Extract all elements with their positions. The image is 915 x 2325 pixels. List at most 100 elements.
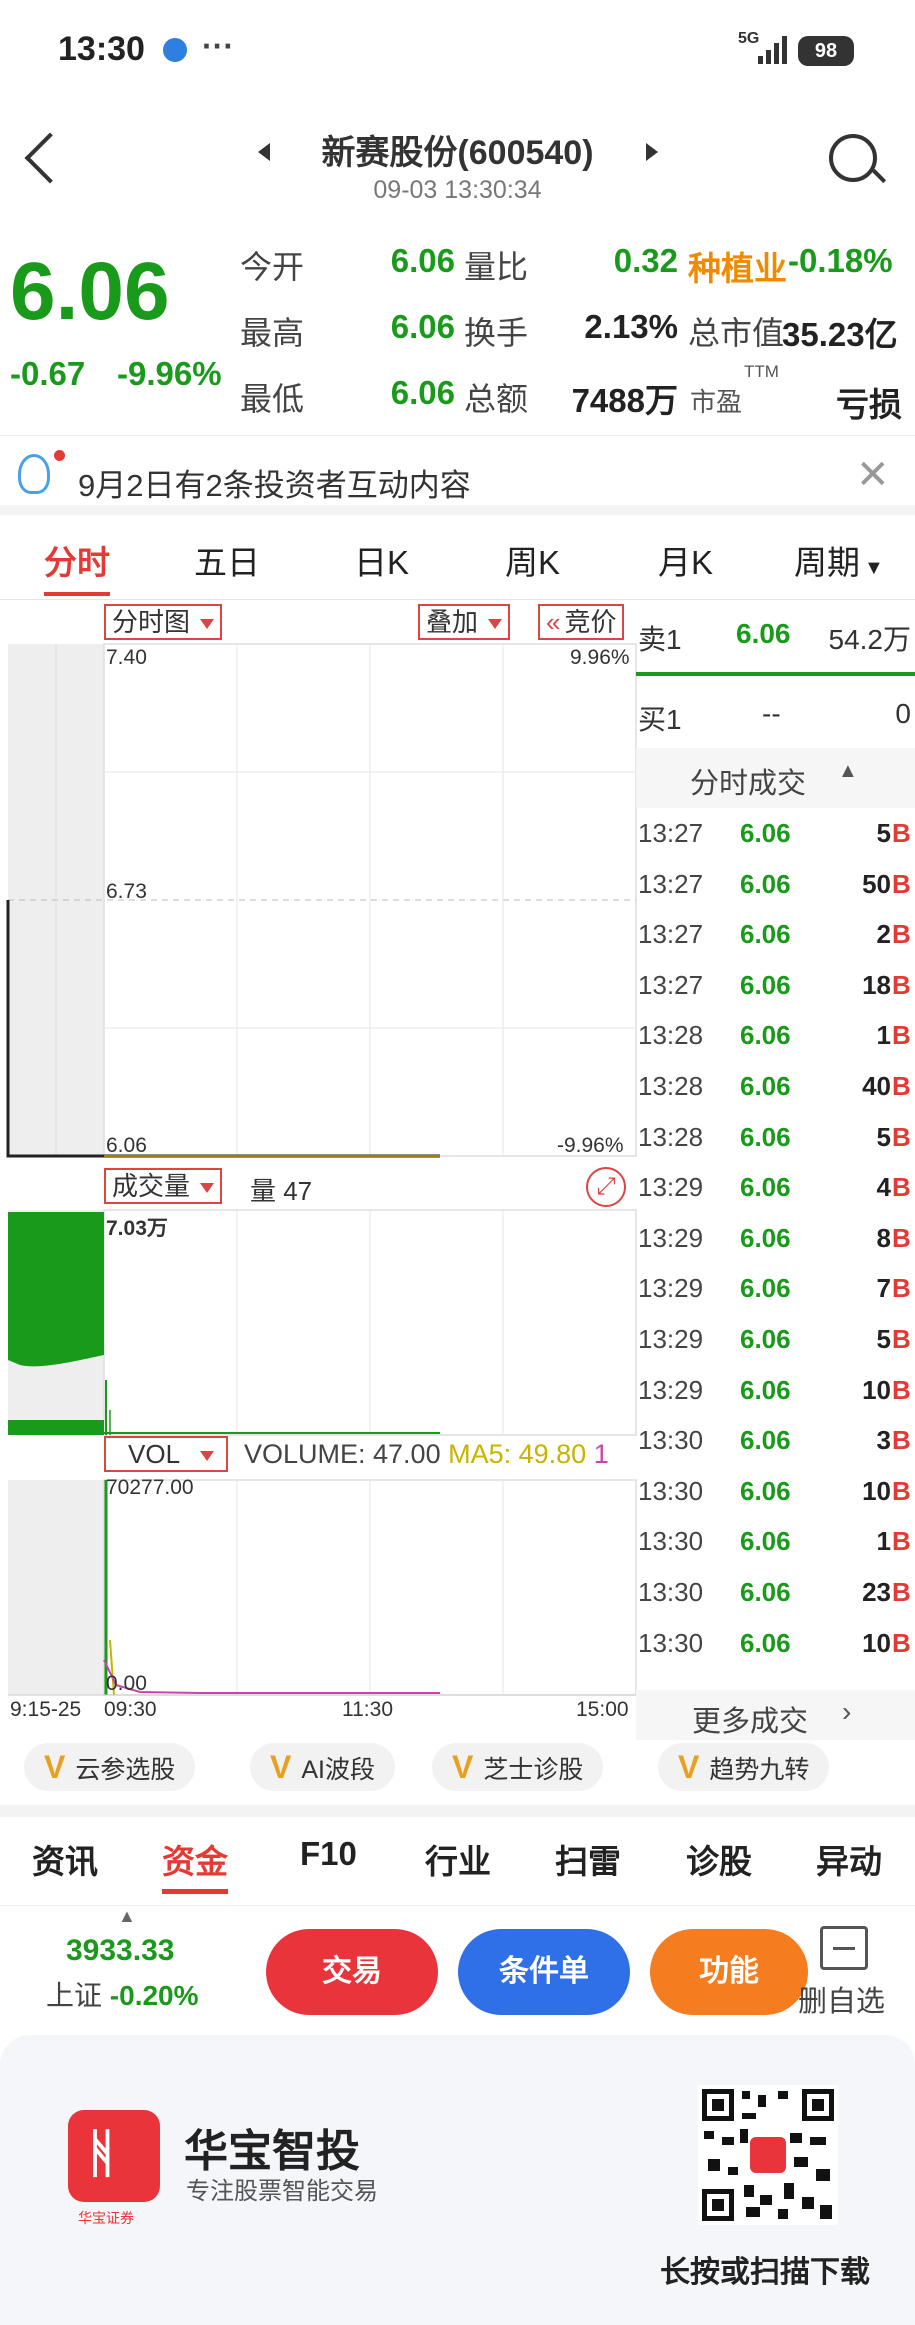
tab-daily-k[interactable]: 日K [354,536,409,584]
trade-row: 13:30 6.06 10 B [636,1618,915,1669]
more-trades-button[interactable]: 更多成交 › [636,1690,915,1740]
strategy-bar: V 云参选股 V AI波段 V 芝士诊股 V 趋势九转 [0,1735,915,1805]
chart-type-dropdown[interactable]: 分时图 [104,604,223,640]
network-type: 5G [738,30,760,47]
tab-five-day[interactable]: 五日 [194,536,260,584]
trade-price: 6.06 [740,1526,791,1557]
trade-row: 13:30 6.06 3 B [636,1415,915,1466]
trade-volume: 18 [862,969,891,1000]
section-divider [0,1805,915,1817]
tab-period[interactable]: 周期 ▼ [794,536,884,584]
strategy-pill[interactable]: V 趋势九转 [658,1743,830,1791]
trade-volume: 10 [862,1627,891,1658]
trade-time: 13:29 [638,1172,704,1203]
trade-row: 13:29 6.06 7 B [636,1263,915,1314]
app-logo: ᚻ 华宝证券 [68,2110,160,2226]
trade-volume: 2 [876,919,891,950]
high-value: 6.06 [390,308,455,345]
trades-header[interactable]: 分时成交 ▲ [636,748,915,808]
status-time: 13:30 [58,30,145,68]
index-value[interactable]: 3933.33 [66,1934,174,1968]
trade-volume: 7 [876,1273,891,1304]
tab-risk-scan[interactable]: 扫雷 [555,1835,621,1883]
strategy-pill[interactable]: V 芝士诊股 [432,1743,604,1791]
sector-name[interactable]: 种植业 [688,242,787,290]
open-value: 6.06 [390,242,455,279]
time-axis-noon: 11:30 [342,1698,393,1721]
trade-time: 13:29 [638,1222,704,1253]
tab-anomaly[interactable]: 异动 [816,1835,882,1883]
trade-row: 13:27 6.06 50 B [636,859,915,910]
market-cap-label: 总市值 [688,315,785,351]
trade-volume: 5 [876,1121,891,1152]
tab-f10[interactable]: F10 [300,1835,357,1873]
trade-row: 13:28 6.06 5 B [636,1112,915,1163]
trade-side: B [892,1526,911,1557]
auction-button[interactable]: «竞价 [538,604,625,640]
tab-industry[interactable]: 行业 [425,1835,491,1883]
strategy-label: 云参选股 [75,1756,176,1784]
condition-order-button[interactable]: 条件单 [458,1929,630,2015]
tab-period-label: 周期 [794,544,860,581]
trade-side: B [892,969,911,1000]
tab-monthly-k[interactable]: 月K [658,536,713,584]
overlay-label: 叠加 [426,607,479,637]
time-axis-auction: 9:15-25 [10,1698,82,1721]
trade-price: 6.06 [740,919,791,950]
price-axis-top: 7.40 [106,646,147,669]
remove-watchlist-label[interactable]: 删自选 [798,1978,885,2020]
chevron-down-icon: ▼ [864,557,884,579]
tab-diagnosis[interactable]: 诊股 [686,1835,752,1883]
vol-legend-ma5: MA5: 49.80 [448,1439,587,1469]
strategy-pill[interactable]: V 云参选股 [24,1743,196,1791]
trade-price: 6.06 [740,1222,791,1253]
remove-watchlist-icon[interactable] [820,1926,868,1970]
tab-funds[interactable]: 资金 [162,1835,228,1894]
trade-time: 13:27 [638,919,704,950]
tab-intraday[interactable]: 分时 [44,536,110,596]
trade-row: 13:29 6.06 5 B [636,1314,915,1365]
price-axis-bottom: 6.06 [106,1134,147,1157]
trade-volume: 8 [876,1222,891,1253]
vol-axis-zero: 0.00 [106,1672,147,1695]
amount-label: 总额 [464,381,529,417]
indicator-dropdown[interactable]: VOL [104,1436,228,1472]
trade-volume: 4 [876,1172,891,1203]
trade-price: 6.06 [740,1374,791,1405]
app-notification-icon [163,38,187,62]
search-icon[interactable] [829,134,877,182]
trade-button[interactable]: 交易 [266,1929,438,2015]
v-icon: V [678,1749,700,1785]
price-change-pct: -9.96% [117,355,222,392]
strategy-pill[interactable]: V AI波段 [250,1743,395,1791]
status-bar: 13:30 ··· 5G 98 [0,0,915,100]
trade-volume: 1 [876,1526,891,1557]
close-icon[interactable]: ✕ [856,452,890,498]
chart-type-label: 分时图 [112,607,191,637]
chart-tabs: 分时 五日 日K 周K 月K 周期 ▼ [0,520,915,600]
next-stock-icon[interactable] [646,143,658,161]
trade-row: 13:29 6.06 4 B [636,1162,915,1213]
function-button[interactable]: 功能 [650,1929,808,2015]
trade-volume: 50 [862,868,891,899]
trade-price: 6.06 [740,1172,791,1203]
logo-glyph-icon: ᚻ [86,2125,118,2183]
amount-value: 7488万 [571,382,678,419]
trade-volume: 5 [876,818,891,848]
tab-news[interactable]: 资讯 [32,1835,98,1883]
tab-weekly-k[interactable]: 周K [505,536,560,584]
volume-dropdown[interactable]: 成交量 [104,1168,223,1204]
investor-notice[interactable]: 9月2日有2条投资者互动内容 ✕ [0,435,915,515]
quote-datetime: 09-03 13:30:34 [373,176,542,204]
pct-axis-top: 9.96% [570,646,630,669]
volume-readout: 量 47 [250,1176,313,1206]
price-axis-mid: 6.73 [106,880,147,903]
trade-price: 6.06 [740,1425,791,1456]
intraday-chart[interactable]: 分时图 叠加 «竞价 7.40 9.96% 6.73 6.06 -9.96% 成… [0,600,640,1730]
expand-icon[interactable]: ⤢ [586,1167,626,1207]
more-trades-label: 更多成交 [692,1706,809,1738]
overlay-dropdown[interactable]: 叠加 [418,604,511,640]
chevron-down-icon [200,1183,215,1194]
pe-label: 市盈 [690,387,743,417]
volume-selector-label: 成交量 [112,1171,191,1201]
